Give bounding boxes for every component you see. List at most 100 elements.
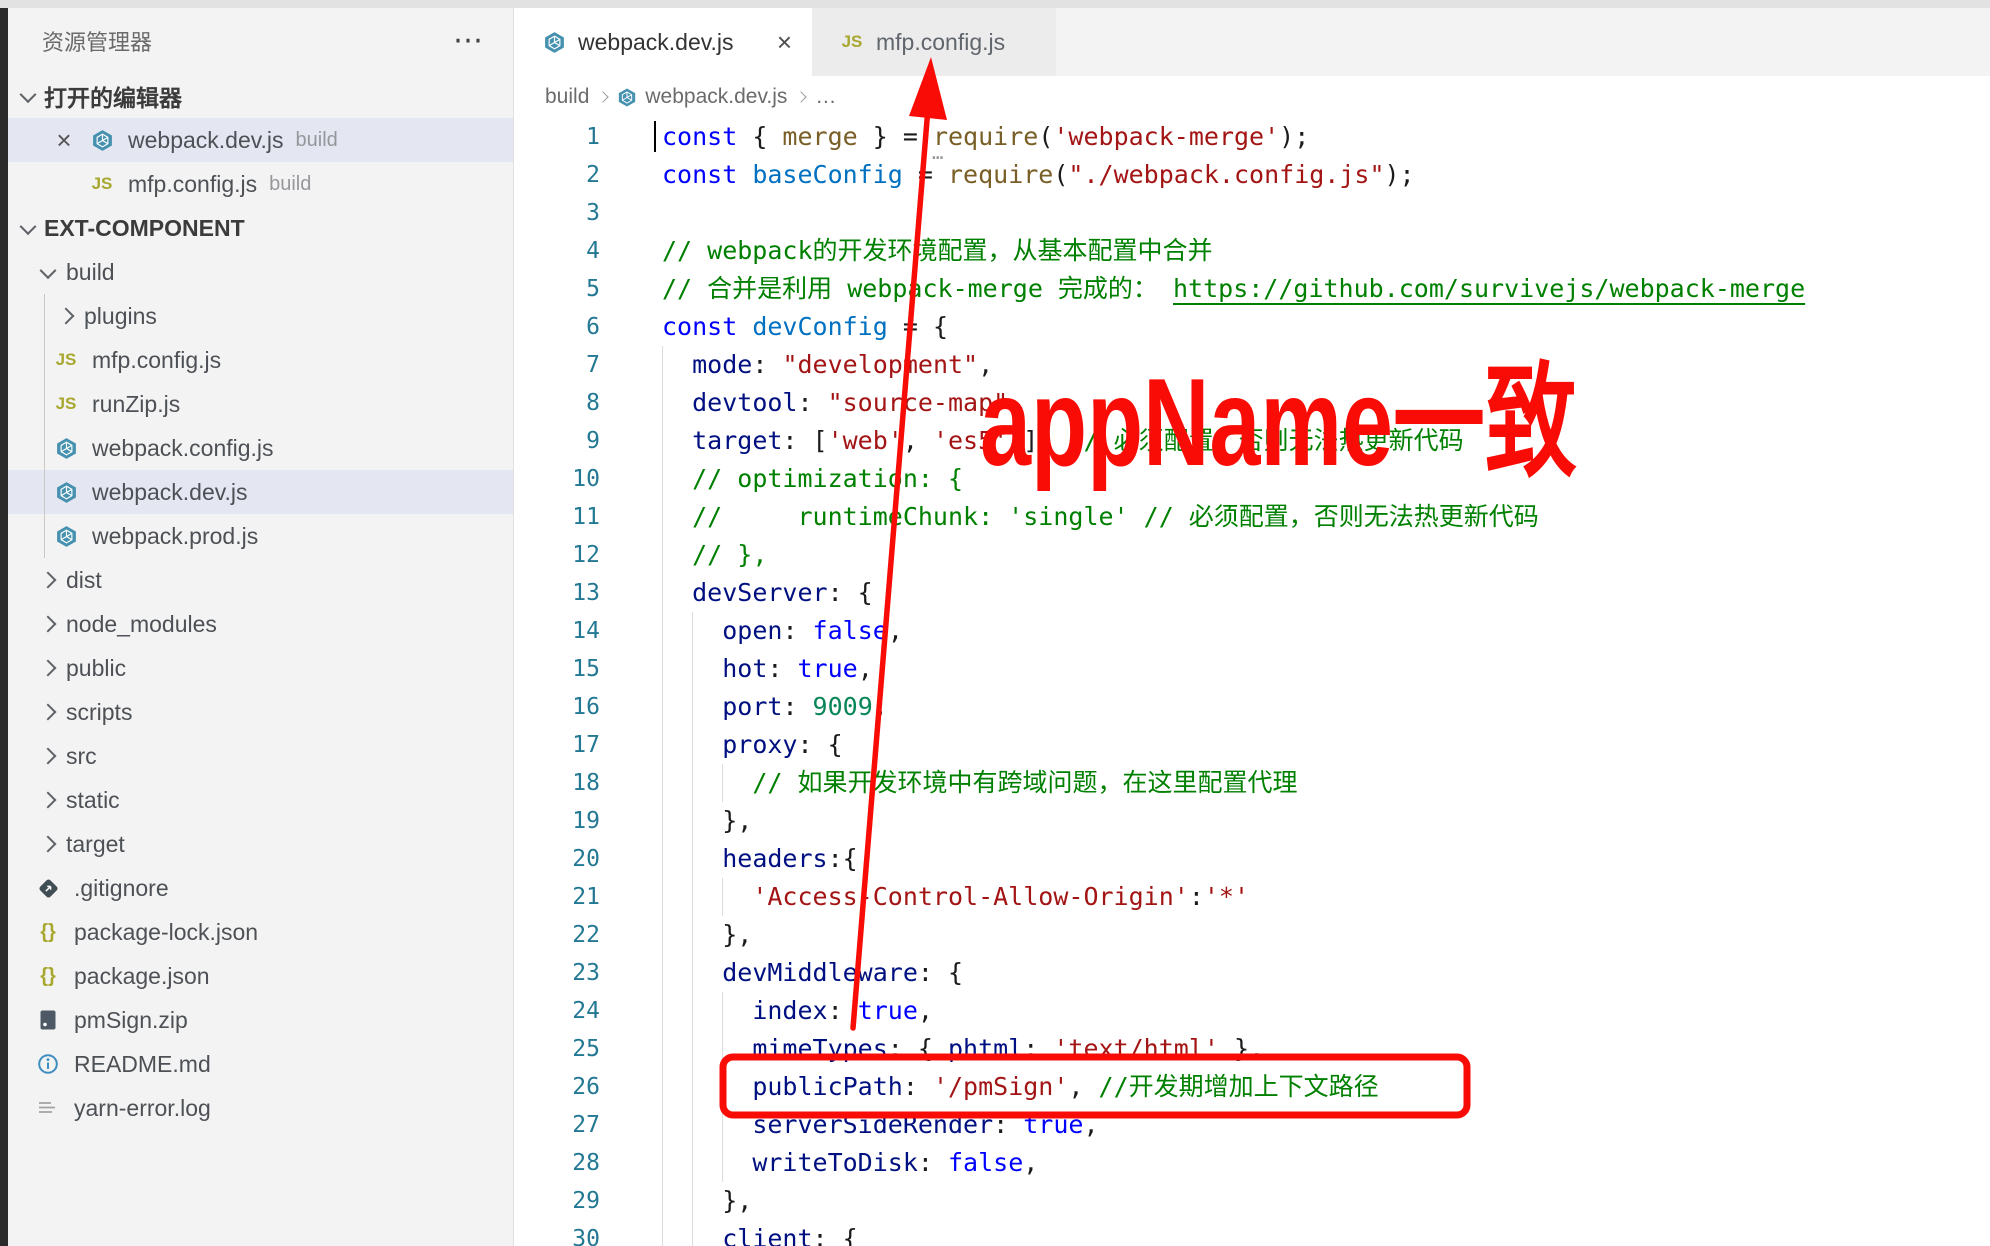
breadcrumb-item-build[interactable]: build <box>545 85 589 109</box>
indent-guide <box>692 612 693 650</box>
breadcrumb-item-…[interactable]: … <box>815 85 836 109</box>
indent-guide <box>662 764 663 802</box>
tree-item-webpack.prod.js[interactable]: webpack.prod.js <box>8 514 513 558</box>
indent-guide <box>692 764 693 802</box>
open-editor-item-webpack.dev.js[interactable]: ×webpack.dev.jsbuild <box>8 118 513 162</box>
line-number: 9 <box>514 422 600 460</box>
chevron-right-icon <box>40 616 57 633</box>
close-icon[interactable]: × <box>52 125 76 156</box>
indent-guide <box>662 498 663 536</box>
code-token: 'text/html' <box>1053 1034 1219 1063</box>
code-line-30[interactable]: 30 client: { <box>514 1220 1990 1246</box>
tree-item-src[interactable]: src <box>8 734 513 778</box>
code-token: , <box>873 692 888 721</box>
code-line-8[interactable]: 8 devtool: "source-map", <box>514 384 1990 422</box>
tree-item-runZip.js[interactable]: JSrunZip.js <box>8 382 513 426</box>
code-line-23[interactable]: 23 devMiddleware: { <box>514 954 1990 992</box>
tree-item-webpack.dev.js[interactable]: webpack.dev.js <box>8 470 513 514</box>
line-number: 1 <box>514 118 600 156</box>
tree-item-package-lock.json[interactable]: {}package-lock.json <box>8 910 513 954</box>
tree-folder-label: plugins <box>84 303 157 330</box>
code-line-12[interactable]: 12 // }, <box>514 536 1990 574</box>
code-token <box>662 1110 752 1139</box>
code-link[interactable]: https://github.com/survivejs/webpack-mer… <box>1173 274 1805 303</box>
tree-item-build[interactable]: build <box>8 250 513 294</box>
tree-item-yarn-error.log[interactable]: yarn-error.log <box>8 1086 513 1130</box>
code-line-24[interactable]: 24 index: true, <box>514 992 1990 1030</box>
code-token: // }, <box>692 540 767 569</box>
code-token <box>662 1034 752 1063</box>
code-line-content: headers:{ <box>662 840 858 878</box>
open-editor-folder-detail: build <box>269 173 311 196</box>
tree-item-README.md[interactable]: README.md <box>8 1042 513 1086</box>
code-line-20[interactable]: 20 headers:{ <box>514 840 1990 878</box>
tree-item-.gitignore[interactable]: .gitignore <box>8 866 513 910</box>
tree-item-target[interactable]: target <box>8 822 513 866</box>
line-number: 2 <box>514 156 600 194</box>
tree-folder-label: src <box>66 743 97 770</box>
tree-item-node_modules[interactable]: node_modules <box>8 602 513 646</box>
tree-item-plugins[interactable]: plugins <box>8 294 513 338</box>
code-line-16[interactable]: 16 port: 9009, <box>514 688 1990 726</box>
tree-item-mfp.config.js[interactable]: JSmfp.config.js <box>8 338 513 382</box>
code-line-17[interactable]: 17 proxy: { <box>514 726 1990 764</box>
indent-guide <box>662 574 663 612</box>
code-token: const <box>662 122 737 151</box>
tree-item-scripts[interactable]: scripts <box>8 690 513 734</box>
tree-item-public[interactable]: public <box>8 646 513 690</box>
code-line-14[interactable]: 14 open: false, <box>514 612 1990 650</box>
code-token: , <box>978 350 993 379</box>
code-line-7[interactable]: 7 mode: "development", <box>514 346 1990 384</box>
explorer-sidebar: 资源管理器 ⋯ 打开的编辑器 ×webpack.dev.jsbuild×JSmf… <box>8 8 514 1246</box>
tree-item-dist[interactable]: dist <box>8 558 513 602</box>
code-line-4[interactable]: 4// webpack的开发环境配置，从基本配置中合并 <box>514 232 1990 270</box>
code-line-10[interactable]: 10 // optimization: { <box>514 460 1990 498</box>
code-line-26[interactable]: 26 publicPath: '/pmSign', //开发期增加上下文路径 <box>514 1068 1990 1106</box>
code-line-19[interactable]: 19 }, <box>514 802 1990 840</box>
open-editors-section-header[interactable]: 打开的编辑器 <box>8 74 513 118</box>
code-line-27[interactable]: 27 serverSideRender: true, <box>514 1106 1990 1144</box>
code-token: : <box>1189 882 1204 911</box>
code-line-11[interactable]: 11 // runtimeChunk: 'single' // 必须配置，否则无… <box>514 498 1990 536</box>
tree-item-static[interactable]: static <box>8 778 513 822</box>
code-line-28[interactable]: 28 writeToDisk: false, <box>514 1144 1990 1182</box>
code-line-29[interactable]: 29 }, <box>514 1182 1990 1220</box>
code-line-content: 'Access-Control-Allow-Origin':'*' <box>662 878 1249 916</box>
code-line-18[interactable]: 18 // 如果开发环境中有跨域问题，在这里配置代理 <box>514 764 1990 802</box>
project-section-header[interactable]: EXT-COMPONENT <box>8 206 513 250</box>
code-line-content: // 合并是利用 webpack-merge 完成的： https://gith… <box>662 270 1805 308</box>
line-number: 10 <box>514 460 600 498</box>
code-editor[interactable]: 1const { merge } = require('webpack-merg… <box>514 118 1990 1246</box>
chevron-right-icon <box>40 704 57 721</box>
open-editor-item-mfp.config.js[interactable]: ×JSmfp.config.jsbuild <box>8 162 513 206</box>
code-line-1[interactable]: 1const { merge } = require('webpack-merg… <box>514 118 1990 156</box>
code-line-3[interactable]: 3 <box>514 194 1990 232</box>
tree-item-webpack.config.js[interactable]: webpack.config.js <box>8 426 513 470</box>
code-line-9[interactable]: 9 target: ['web', 'es5' ], // 必须配置，否则无法热… <box>514 422 1990 460</box>
code-line-22[interactable]: 22 }, <box>514 916 1990 954</box>
close-icon[interactable]: × <box>763 27 792 58</box>
indent-guide <box>662 536 663 574</box>
code-line-5[interactable]: 5// 合并是利用 webpack-merge 完成的： https://git… <box>514 270 1990 308</box>
tab-mfp.config.js[interactable]: JSmfp.config.js <box>812 8 1056 76</box>
tree-item-package.json[interactable]: {}package.json <box>8 954 513 998</box>
code-line-2[interactable]: 2const baseConfig = require("./webpack.c… <box>514 156 1990 194</box>
code-token: const <box>662 312 737 341</box>
code-token <box>662 1148 752 1177</box>
tree-item-pmSign.zip[interactable]: pmSign.zip <box>8 998 513 1042</box>
tree-file-label: mfp.config.js <box>92 347 221 374</box>
tree-file-label: webpack.dev.js <box>92 479 248 506</box>
code-line-21[interactable]: 21 'Access-Control-Allow-Origin':'*' <box>514 878 1990 916</box>
breadcrumb-item-webpack.dev.js[interactable]: webpack.dev.js <box>617 85 787 109</box>
code-line-13[interactable]: 13 devServer: { <box>514 574 1990 612</box>
code-token: serverSideRender <box>752 1110 993 1139</box>
indent-guide <box>692 726 693 764</box>
tab-webpack.dev.js[interactable]: webpack.dev.js× <box>514 8 812 76</box>
code-token: phtml <box>948 1034 1023 1063</box>
tree-folder-label: build <box>66 259 115 286</box>
code-line-15[interactable]: 15 hot: true, <box>514 650 1990 688</box>
code-line-25[interactable]: 25 mimeTypes: { phtml: 'text/html' }, <box>514 1030 1990 1068</box>
more-actions-icon[interactable]: ⋯ <box>453 31 485 51</box>
code-line-6[interactable]: 6const devConfig = { <box>514 308 1990 346</box>
code-token: devConfig <box>752 312 887 341</box>
